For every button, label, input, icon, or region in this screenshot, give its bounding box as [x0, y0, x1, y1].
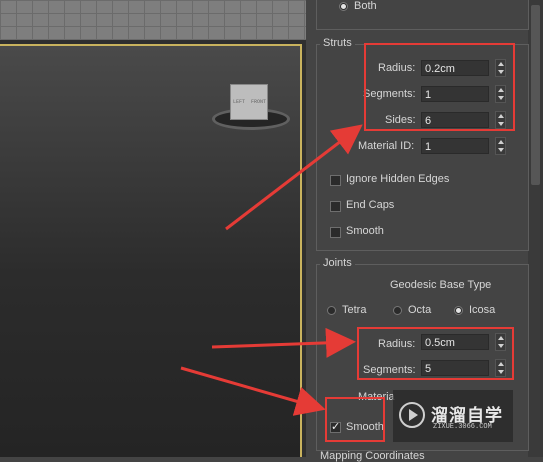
- struts-highlight-box: [364, 43, 515, 131]
- both-label: Both: [354, 0, 377, 12]
- struts-title: Struts: [320, 37, 355, 49]
- struts-smooth-label: Smooth: [346, 225, 384, 237]
- icosa-radio[interactable]: [454, 306, 463, 315]
- viewcube-box[interactable]: LEFT FRONT: [230, 84, 268, 120]
- ignore-hidden-edges-label: Ignore Hidden Edges: [346, 173, 450, 185]
- ignore-hidden-edges-checkbox[interactable]: [330, 175, 341, 186]
- partial-group-top: [316, 0, 529, 30]
- struts-smooth-checkbox[interactable]: [330, 227, 341, 238]
- end-caps-label: End Caps: [346, 199, 395, 211]
- octa-label: Octa: [408, 304, 432, 316]
- joints-highlight-box: [357, 327, 514, 380]
- viewcube[interactable]: LEFT FRONT: [212, 84, 290, 132]
- smooth-highlight-box: [325, 397, 385, 442]
- struts-material-id-spinner[interactable]: [495, 137, 506, 155]
- viewcube-left-label: LEFT: [233, 99, 246, 105]
- play-logo-icon: [399, 402, 425, 428]
- both-radio[interactable]: [339, 2, 348, 11]
- end-caps-checkbox[interactable]: [330, 201, 341, 212]
- grid-strip: [0, 0, 306, 40]
- struts-material-id-input[interactable]: 1: [421, 138, 489, 154]
- icosa-label: Icosa: [469, 304, 496, 316]
- watermark: 溜溜自学 ZIXUE.3066.COM: [393, 390, 513, 442]
- viewcube-front-label: FRONT: [251, 99, 267, 105]
- joints-title: Joints: [320, 257, 355, 269]
- octa-radio[interactable]: [393, 306, 402, 315]
- viewport[interactable]: LEFT FRONT: [0, 0, 306, 457]
- watermark-url: ZIXUE.3066.COM: [433, 423, 492, 431]
- tetra-label: Tetra: [342, 304, 367, 316]
- geodesic-base-type-label: Geodesic Base Type: [390, 279, 492, 291]
- struts-material-id-label: Material ID:: [358, 140, 415, 152]
- scrollbar-thumb[interactable]: [531, 5, 540, 185]
- mapping-coordinates-title: Mapping Coordinates: [320, 450, 425, 462]
- tetra-radio[interactable]: [327, 306, 336, 315]
